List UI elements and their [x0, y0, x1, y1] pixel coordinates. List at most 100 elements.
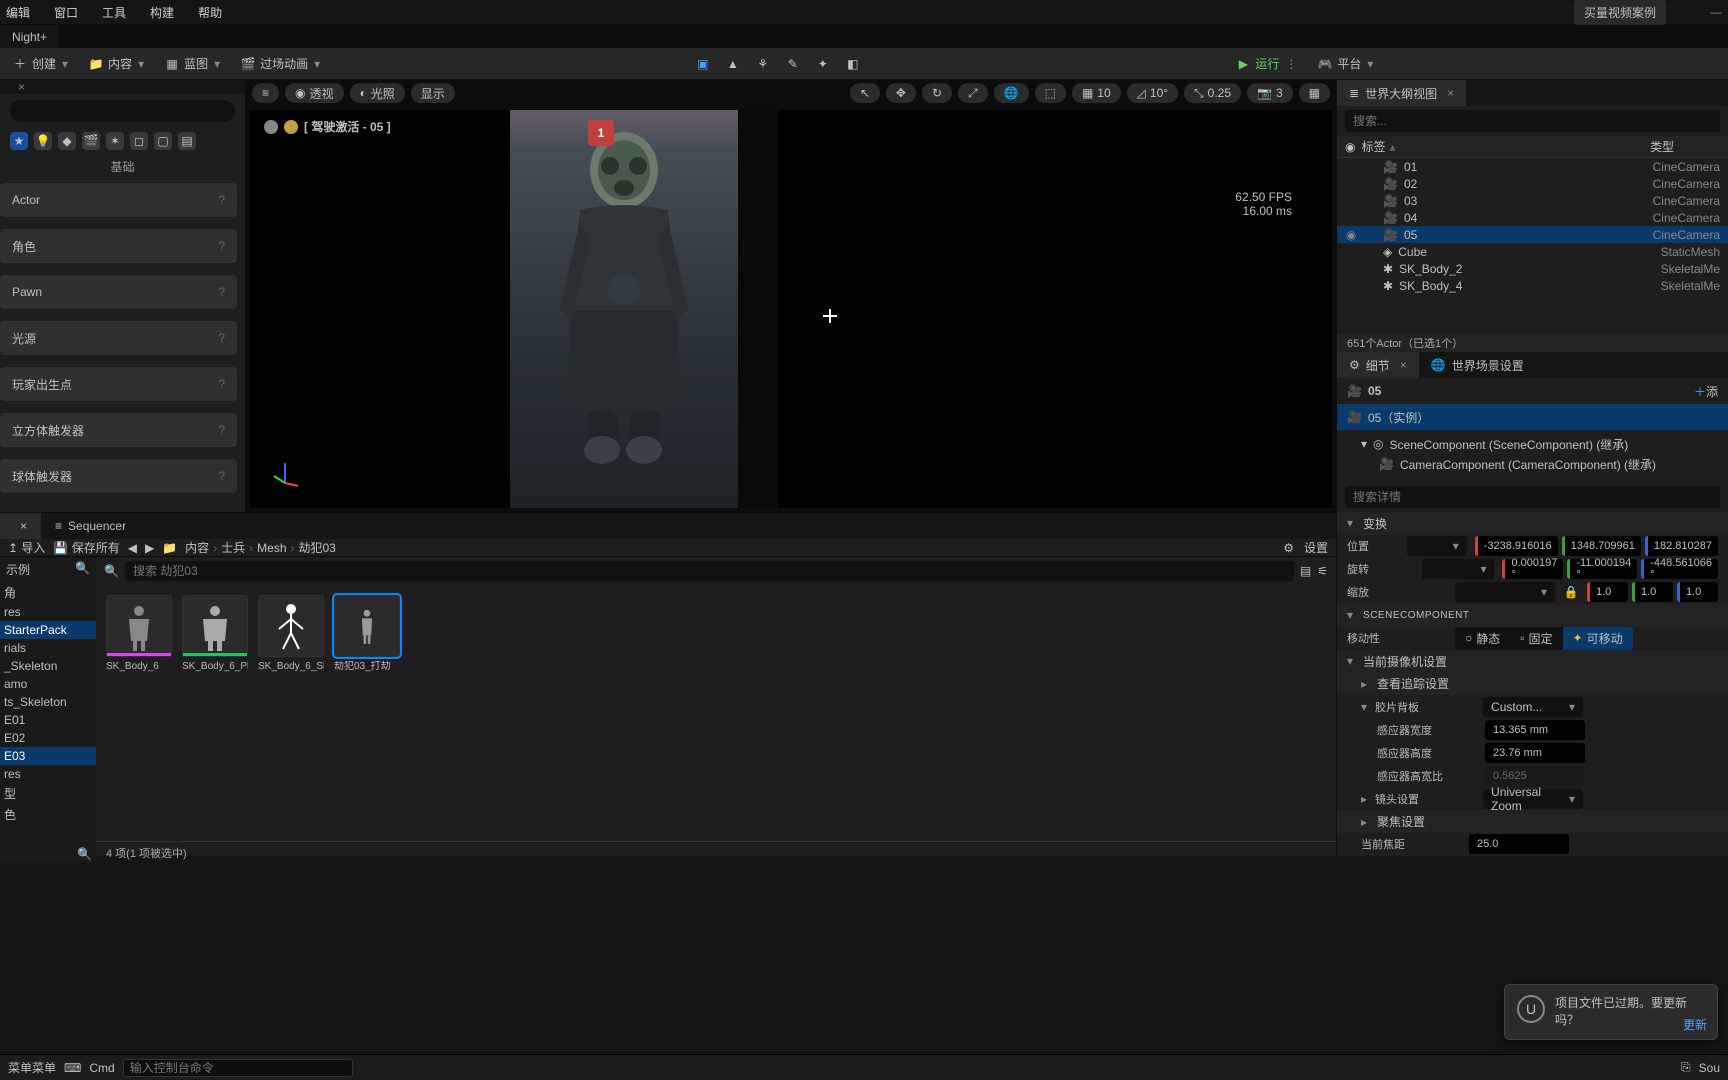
asset-tile[interactable]: SK_Body_6 — [106, 595, 172, 685]
scale-snap[interactable]: ⤡0.25 — [1184, 83, 1241, 103]
move-tool[interactable]: ✥ — [886, 83, 916, 103]
rot-x[interactable]: 0.000197 ° — [1502, 559, 1563, 579]
tree-item[interactable]: E02 — [0, 729, 96, 747]
tree-item[interactable]: _Skeleton — [0, 657, 96, 675]
fracture-icon[interactable]: ✦ — [815, 56, 831, 72]
scale-tool[interactable]: ⤢ — [958, 83, 988, 103]
cb-search[interactable] — [125, 561, 1294, 581]
landscape-icon[interactable]: ▲ — [725, 56, 741, 72]
help-icon[interactable]: ? — [218, 239, 225, 253]
viewport-show[interactable]: 显示 — [411, 83, 455, 103]
viewport-viewmode[interactable]: ◉透视 — [285, 83, 344, 103]
rotate-tool[interactable]: ↻ — [922, 83, 952, 103]
blueprint-button[interactable]: ▦ 蓝图 — [156, 51, 228, 76]
select-tool[interactable]: ↖ — [850, 83, 880, 103]
platform-button[interactable]: 🎮 平台 — [1309, 51, 1381, 76]
tree-item[interactable]: E01 — [0, 711, 96, 729]
outliner-tab[interactable]: ≣ 世界大纲视图 × — [1337, 80, 1466, 106]
tree-item[interactable]: 角 — [0, 582, 96, 603]
close-icon[interactable]: × — [20, 519, 27, 533]
viewport-lighting[interactable]: ◐光照 — [350, 83, 405, 103]
grid-snap[interactable]: ▦10 — [1072, 83, 1121, 103]
outliner-row[interactable]: 🎥02CineCamera — [1337, 175, 1728, 192]
sequencer-tab[interactable]: ≡ Sequencer — [41, 513, 140, 539]
details-search[interactable] — [1345, 486, 1720, 508]
outliner-row[interactable]: ◈CubeStaticMesh — [1337, 243, 1728, 260]
menu-window[interactable]: 窗口 — [54, 4, 78, 21]
help-icon[interactable]: ? — [218, 469, 225, 483]
cb-source-tree[interactable]: 示例🔍 角 res StarterPack rials _Skeleton am… — [0, 557, 96, 863]
help-icon[interactable]: ? — [218, 331, 225, 345]
content-button[interactable]: 📁 内容 — [80, 51, 152, 76]
asset-tile[interactable]: SK_Body_6_PhysicsAsset — [182, 595, 248, 685]
mobility-movable[interactable]: ✦可移动 — [1563, 627, 1633, 650]
tree-item[interactable]: amo — [0, 675, 96, 693]
mobility-segmented[interactable]: ○静态 ▫固定 ✦可移动 — [1455, 627, 1633, 650]
tree-item[interactable]: res — [0, 603, 96, 621]
camera-speed[interactable]: 📷3 — [1247, 83, 1293, 103]
output-menu[interactable]: 菜单菜单 — [8, 1059, 56, 1076]
level-tab[interactable]: Night+ — [0, 24, 59, 48]
rot-z[interactable]: -448.561066 ° — [1641, 559, 1718, 579]
settings-button[interactable]: 设置 — [1304, 539, 1328, 556]
place-item-character[interactable]: 角色? — [0, 229, 237, 263]
section-focus[interactable]: ▸聚焦设置 — [1337, 810, 1728, 833]
place-item-boxtrigger[interactable]: 立方体触发器? — [0, 413, 237, 447]
component-row[interactable]: ▾◎SceneComponent (SceneComponent) (继承) — [1361, 434, 1718, 454]
window-minimize-icon[interactable]: — — [1710, 5, 1722, 19]
category-geometry-icon[interactable]: ◻ — [130, 132, 148, 150]
category-volumes-icon[interactable]: ▢ — [154, 132, 172, 150]
menu-help[interactable]: 帮助 — [198, 4, 222, 21]
place-actors-tab[interactable]: × — [0, 80, 43, 94]
section-camera[interactable]: ▾当前摄像机设置 — [1337, 650, 1728, 673]
lock-icon[interactable]: 🔒 — [1563, 585, 1579, 599]
surface-snap[interactable]: ⬚ — [1035, 83, 1066, 103]
category-vfx-icon[interactable]: ✶ — [106, 132, 124, 150]
scl-x[interactable]: 1.0 — [1587, 582, 1628, 602]
close-icon[interactable]: × — [1400, 358, 1407, 372]
cmd-input[interactable] — [123, 1059, 353, 1077]
filmback-dropdown[interactable]: Custom...▾ — [1483, 697, 1583, 717]
history-fwd[interactable]: ▶ — [145, 541, 154, 555]
select-mode-icon[interactable]: ▣ — [695, 56, 711, 72]
rot-y[interactable]: -11.000194 ° — [1567, 559, 1637, 579]
search-icon[interactable]: 🔍 — [0, 845, 96, 863]
outliner-row[interactable]: ✱SK_Body_2SkeletalMe — [1337, 260, 1728, 277]
crumb-item[interactable]: 劫犯03 — [299, 539, 336, 556]
rotation-dropdown[interactable]: ▾ — [1422, 559, 1494, 579]
close-icon[interactable]: × — [1447, 86, 1454, 100]
menu-edit[interactable]: 编辑 — [6, 4, 30, 21]
toast-update-button[interactable]: 更新 — [1683, 1016, 1707, 1033]
menu-tools[interactable]: 工具 — [102, 4, 126, 21]
eye-column-icon[interactable]: ◉ — [1345, 140, 1355, 154]
search-icon[interactable]: 🔍 — [75, 561, 90, 578]
help-icon[interactable]: ? — [218, 423, 225, 437]
sensor-width-field[interactable]: 13.365 mm — [1485, 720, 1585, 740]
mobility-stationary[interactable]: ▫固定 — [1510, 627, 1562, 650]
section-transform[interactable]: ▾变换 — [1337, 512, 1728, 535]
create-button[interactable]: ＋ 创建 — [4, 51, 76, 76]
tree-item[interactable]: 型 — [0, 783, 96, 804]
menu-build[interactable]: 构建 — [150, 4, 174, 21]
lens-dropdown[interactable]: Universal Zoom▾ — [1483, 789, 1583, 809]
cinematic-button[interactable]: 🎬 过场动画 — [232, 51, 328, 76]
loc-x[interactable]: -3238.916016 — [1475, 536, 1558, 556]
scl-z[interactable]: 1.0 — [1677, 582, 1718, 602]
outliner-row[interactable]: ✱SK_Body_4SkeletalMe — [1337, 277, 1728, 294]
crumb-item[interactable]: 士兵 — [221, 539, 245, 556]
mobility-static[interactable]: ○静态 — [1455, 627, 1510, 650]
focal-field[interactable]: 25.0 — [1469, 834, 1569, 854]
asset-tile[interactable]: 劫犯03_打劫 — [334, 595, 400, 685]
outliner-row[interactable]: 🎥04CineCamera — [1337, 209, 1728, 226]
outliner-row[interactable]: 🎥01CineCamera — [1337, 158, 1728, 175]
source-control-label[interactable]: Sou — [1699, 1061, 1720, 1075]
tree-item[interactable]: E03 — [0, 747, 96, 765]
play-button[interactable]: ▶ 运行 ⋮ — [1227, 51, 1305, 76]
scale-dropdown[interactable]: ▾ — [1455, 582, 1555, 602]
sensor-height-field[interactable]: 23.76 mm — [1485, 743, 1585, 763]
foliage-icon[interactable]: ⚘ — [755, 56, 771, 72]
category-all-icon[interactable]: ▤ — [178, 132, 196, 150]
saveall-button[interactable]: 💾 保存所有 — [53, 539, 119, 556]
loc-y[interactable]: 1348.709961 — [1562, 536, 1641, 556]
tree-item[interactable]: ts_Skeleton — [0, 693, 96, 711]
